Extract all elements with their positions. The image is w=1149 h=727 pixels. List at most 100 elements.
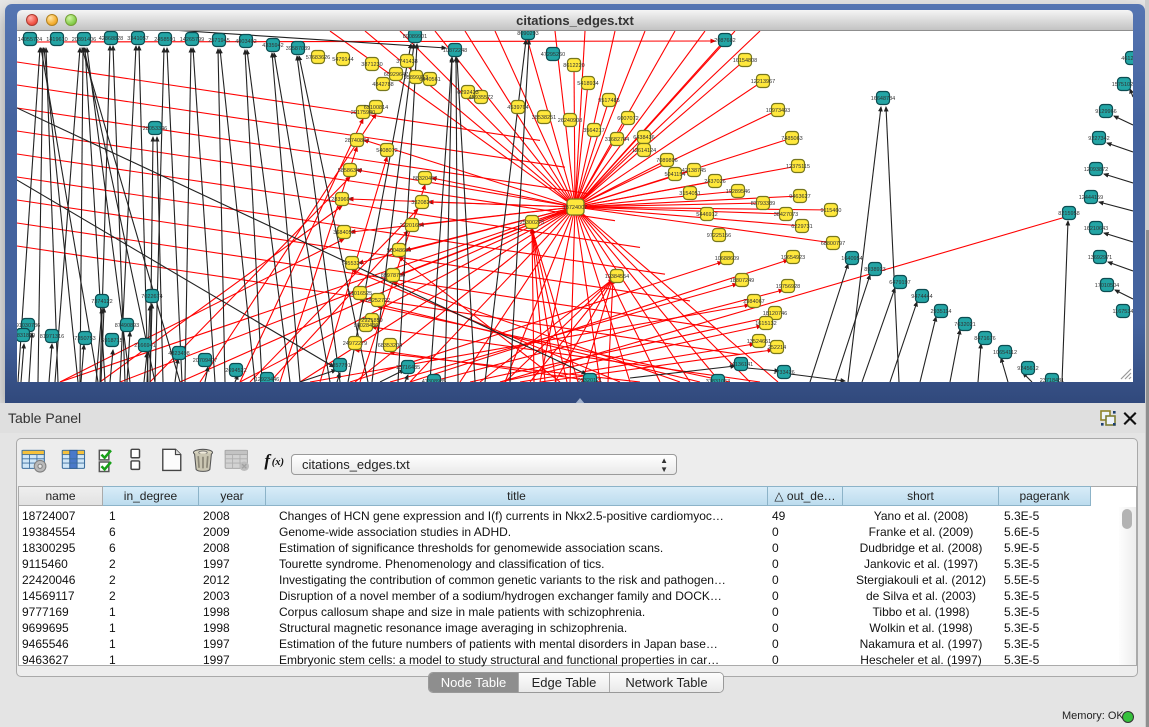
svg-text:6438436: 6438436 xyxy=(633,135,654,141)
svg-text:10654112: 10654112 xyxy=(993,350,1017,356)
svg-text:4612365: 4612365 xyxy=(1121,56,1133,62)
svg-text:28053346: 28053346 xyxy=(143,126,167,132)
svg-text:2087682: 2087682 xyxy=(714,38,735,44)
svg-text:15716485: 15716485 xyxy=(396,365,420,371)
svg-text:38427073: 38427073 xyxy=(774,212,798,218)
svg-text:8471676: 8471676 xyxy=(974,336,995,342)
svg-text:25300275: 25300275 xyxy=(520,220,544,226)
svg-text:9129966: 9129966 xyxy=(1095,109,1116,115)
svg-text:12213967: 12213967 xyxy=(751,79,775,85)
svg-text:1419610: 1419610 xyxy=(46,37,67,43)
svg-text:23718431: 23718431 xyxy=(1040,378,1064,382)
svg-text:8612220: 8612220 xyxy=(563,63,584,69)
svg-text:6440561: 6440561 xyxy=(419,77,440,83)
svg-text:2694522: 2694522 xyxy=(225,368,246,374)
svg-text:10688609: 10688609 xyxy=(715,256,739,262)
svg-text:2839607: 2839607 xyxy=(331,197,352,203)
svg-text:20891406: 20891406 xyxy=(72,37,96,43)
svg-text:9517485: 9517485 xyxy=(598,98,619,104)
svg-text:18807249: 18807249 xyxy=(730,278,754,284)
svg-text:3320821: 3320821 xyxy=(411,200,432,206)
svg-text:90048665: 90048665 xyxy=(387,248,411,254)
svg-text:3341057: 3341057 xyxy=(127,36,148,42)
svg-text:84252722: 84252722 xyxy=(366,298,390,304)
svg-text:3741438: 3741438 xyxy=(396,59,417,65)
svg-text:4842788: 4842788 xyxy=(372,82,393,88)
svg-text:10973493: 10973493 xyxy=(766,108,790,114)
svg-text:1167534: 1167534 xyxy=(1112,309,1133,315)
svg-text:24972279: 24972279 xyxy=(343,341,367,347)
svg-text:6229731: 6229731 xyxy=(791,224,812,230)
svg-text:2935114: 2935114 xyxy=(930,309,951,315)
svg-text:2166941: 2166941 xyxy=(134,343,155,349)
svg-text:97225156: 97225156 xyxy=(707,233,731,239)
svg-text:12614124: 12614124 xyxy=(632,148,656,154)
svg-text:7374122: 7374122 xyxy=(91,299,112,305)
svg-text:3154051: 3154051 xyxy=(679,191,700,197)
svg-text:9463627: 9463627 xyxy=(789,194,810,200)
svg-text:6007072: 6007072 xyxy=(617,116,638,122)
svg-text:18724007: 18724007 xyxy=(563,205,587,211)
svg-text:22201654: 22201654 xyxy=(400,223,424,229)
svg-text:2437026: 2437026 xyxy=(704,179,725,185)
svg-text:7632021: 7632021 xyxy=(954,322,975,328)
svg-text:3564217: 3564217 xyxy=(583,128,604,134)
svg-text:14136141: 14136141 xyxy=(729,362,753,368)
svg-text:7089806: 7089806 xyxy=(656,158,677,164)
svg-text:96028436: 96028436 xyxy=(354,323,378,329)
svg-text:29175900: 29175900 xyxy=(351,110,375,116)
svg-text:19654923: 19654923 xyxy=(781,255,805,261)
svg-text:5041154: 5041154 xyxy=(664,172,685,178)
svg-text:5446912: 5446912 xyxy=(696,212,717,218)
svg-text:38538251: 38538251 xyxy=(532,115,556,121)
svg-text:88320463: 88320463 xyxy=(413,176,437,182)
svg-text:8090293: 8090293 xyxy=(517,31,538,37)
svg-text:1615132: 1615132 xyxy=(755,321,776,327)
svg-text:31831063: 31831063 xyxy=(706,379,730,382)
svg-text:19756928: 19756928 xyxy=(776,284,800,290)
svg-text:89089901: 89089901 xyxy=(403,34,427,40)
svg-text:10872248: 10872248 xyxy=(443,48,467,54)
svg-text:58586340: 58586340 xyxy=(338,168,362,174)
svg-text:3871230: 3871230 xyxy=(361,62,382,68)
svg-text:16154808: 16154808 xyxy=(733,58,757,64)
svg-text:19289546: 19289546 xyxy=(726,189,750,195)
svg-text:8215958: 8215958 xyxy=(1058,211,1079,217)
svg-text:45935572: 45935572 xyxy=(469,95,493,101)
svg-text:5408072: 5408072 xyxy=(376,148,397,154)
svg-text:7350753: 7350753 xyxy=(74,336,95,342)
svg-text:4903402: 4903402 xyxy=(235,39,256,45)
svg-text:2458591: 2458591 xyxy=(154,37,175,43)
svg-text:1640954: 1640954 xyxy=(841,256,862,262)
svg-text:7485063: 7485063 xyxy=(781,136,802,142)
svg-text:89978790: 89978790 xyxy=(381,273,405,279)
svg-text:20709497: 20709497 xyxy=(193,358,217,364)
svg-text:19384554: 19384554 xyxy=(605,274,629,280)
svg-text:12375115: 12375115 xyxy=(786,164,810,170)
svg-text:68353204: 68353204 xyxy=(378,343,402,349)
svg-text:4335942: 4335942 xyxy=(262,43,283,49)
svg-text:16648784: 16648784 xyxy=(871,96,895,102)
svg-text:28740864: 28740864 xyxy=(345,138,369,144)
svg-text:12444159: 12444159 xyxy=(1079,195,1103,201)
svg-text:15751024: 15751024 xyxy=(1112,82,1133,88)
svg-text:252214: 252214 xyxy=(768,345,786,351)
svg-text:9115460: 9115460 xyxy=(820,208,841,214)
svg-text:42868828: 42868828 xyxy=(99,36,123,42)
svg-text:3684052: 3684052 xyxy=(333,230,354,236)
svg-text:13692971: 13692971 xyxy=(1088,255,1112,261)
svg-text:9857791: 9857791 xyxy=(329,363,350,369)
svg-text:17010504: 17010504 xyxy=(1095,283,1119,289)
svg-text:4539704: 4539704 xyxy=(507,105,528,111)
svg-text:31682744: 31682744 xyxy=(605,137,629,143)
svg-text:2571945: 2571945 xyxy=(208,38,229,44)
svg-text:26240908: 26240908 xyxy=(558,118,582,124)
svg-text:9245612: 9245612 xyxy=(1017,366,1038,372)
svg-text:57683626: 57683626 xyxy=(306,55,330,61)
svg-text:9227342: 9227342 xyxy=(1088,136,1109,142)
svg-text:47295260: 47295260 xyxy=(541,52,565,58)
svg-text:(x): (x) xyxy=(272,457,284,468)
svg-text:39587039: 39587039 xyxy=(286,46,310,52)
svg-text:12093872: 12093872 xyxy=(1084,167,1108,173)
svg-text:6479197: 6479197 xyxy=(889,280,910,286)
